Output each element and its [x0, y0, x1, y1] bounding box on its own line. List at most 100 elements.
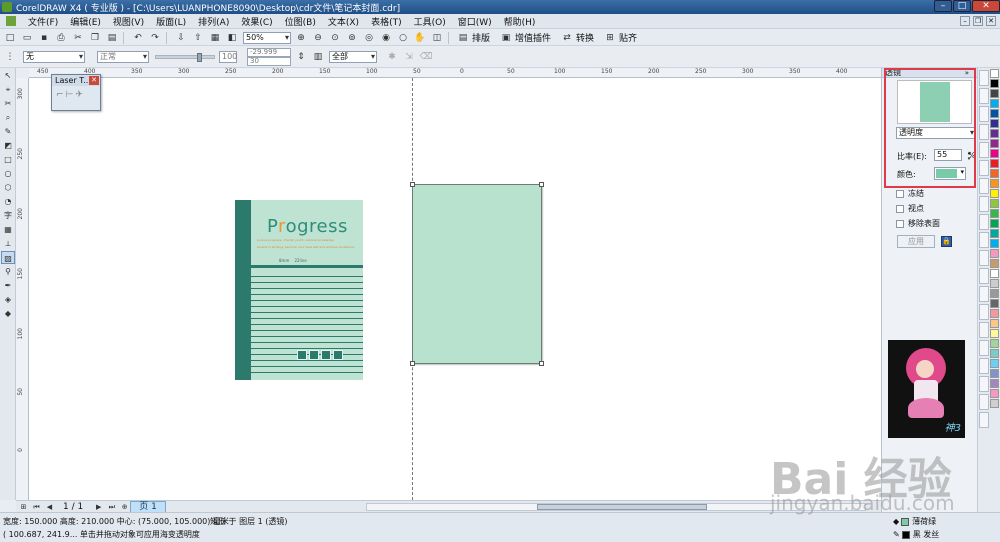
palette-swatch[interactable]	[990, 179, 999, 188]
palette-swatch[interactable]	[990, 259, 999, 268]
horizontal-scroll-thumb[interactable]	[537, 504, 707, 510]
viewpoint-checkbox[interactable]: 视点	[896, 203, 924, 214]
plugin-icon[interactable]: ▣	[499, 31, 513, 44]
horizontal-scrollbar[interactable]	[366, 503, 866, 511]
doc-minimize-button[interactable]: –	[960, 16, 970, 26]
menu-item-1[interactable]: 编辑(E)	[64, 15, 107, 28]
zoom-page-icon[interactable]: ◎	[362, 31, 376, 44]
palette-swatch[interactable]	[990, 249, 999, 258]
docker-tab-button[interactable]	[979, 322, 989, 338]
undo-icon[interactable]: ↶	[131, 31, 145, 44]
zoom-height-icon[interactable]: ○	[396, 31, 410, 44]
anime-ad-image[interactable]: 神3	[888, 340, 965, 438]
fill-indicator[interactable]: ◆ 薄荷绿	[893, 516, 936, 527]
minimize-button[interactable]: –	[934, 0, 952, 12]
outline-indicator[interactable]: ✎ 黑 发丝	[893, 529, 939, 540]
convert-icon[interactable]: ⇄	[560, 31, 574, 44]
menu-item-9[interactable]: 工具(O)	[408, 15, 452, 28]
page-tab[interactable]: 页 1	[130, 501, 166, 512]
palette-swatch[interactable]	[990, 299, 999, 308]
transparency-target-select[interactable]: 全部	[329, 50, 377, 63]
docker-tab-button[interactable]	[979, 214, 989, 230]
coord-x-input[interactable]: -29.999	[247, 47, 291, 57]
palette-swatch[interactable]	[990, 279, 999, 288]
dimension-tool-icon[interactable]: ⟂	[1, 237, 15, 250]
freeze-checkbox[interactable]: 冻结	[896, 188, 924, 199]
palette-swatch[interactable]	[990, 89, 999, 98]
palette-swatch[interactable]	[990, 389, 999, 398]
docker-tab-button[interactable]	[979, 124, 989, 140]
maximize-button[interactable]: □	[953, 0, 971, 12]
docker-tab-button[interactable]	[979, 376, 989, 392]
laser-tool-window[interactable]: Laser T... ✕ ⌐ ⊢ ✈	[51, 74, 101, 111]
next-page-button[interactable]: ▶	[93, 502, 104, 512]
transparency-slider[interactable]	[155, 52, 215, 62]
docker-tab-button[interactable]	[979, 70, 989, 86]
vertical-ruler[interactable]: 300 250 200 150 100 50 0	[16, 78, 29, 500]
layout-button[interactable]: 排版	[472, 31, 490, 44]
rectangle-tool-icon[interactable]: □	[1, 153, 15, 166]
menu-item-6[interactable]: 位图(B)	[279, 15, 322, 28]
palette-swatch[interactable]	[990, 269, 999, 278]
app-launcher-icon[interactable]: ▦	[208, 31, 222, 44]
palette-swatch[interactable]	[990, 319, 999, 328]
freeze-checkbox-box[interactable]	[896, 189, 904, 198]
viewpoint-checkbox-box[interactable]	[896, 204, 904, 213]
clear-transparency-icon[interactable]: ⌫	[419, 50, 433, 63]
palette-swatch[interactable]	[990, 79, 999, 88]
menu-item-2[interactable]: 视图(V)	[107, 15, 150, 28]
fill-target-icon[interactable]: ▥	[311, 50, 325, 63]
docker-tab-button[interactable]	[979, 268, 989, 284]
palette-swatch[interactable]	[990, 229, 999, 238]
coord-spin-icon[interactable]: ⇕	[294, 50, 308, 63]
lens-docker-header[interactable]: 透镜 »	[882, 68, 977, 78]
first-page-button[interactable]: ⏮	[31, 502, 42, 512]
palette-swatch[interactable]	[990, 339, 999, 348]
zoom-in-icon[interactable]: ⊕	[294, 31, 308, 44]
palette-swatch[interactable]	[990, 359, 999, 368]
palette-swatch[interactable]	[990, 159, 999, 168]
docker-tab-button[interactable]	[979, 358, 989, 374]
import-icon[interactable]: ⇩	[174, 31, 188, 44]
palette-swatch[interactable]	[990, 399, 999, 408]
merge-mode-select[interactable]: 正常	[97, 50, 149, 63]
menu-item-0[interactable]: 文件(F)	[22, 15, 64, 28]
transparency-type-select[interactable]: 无	[23, 50, 85, 63]
menu-item-10[interactable]: 窗口(W)	[452, 15, 498, 28]
docker-tab-button[interactable]	[979, 160, 989, 176]
slider-knob[interactable]	[197, 52, 202, 62]
docker-tab-button[interactable]	[979, 142, 989, 158]
zoom-out-icon[interactable]: ⊖	[311, 31, 325, 44]
doc-restore-button[interactable]: ❐	[973, 16, 983, 26]
add-page-button[interactable]: ⊕	[119, 502, 130, 512]
palette-swatch[interactable]	[990, 239, 999, 248]
basic-shapes-tool-icon[interactable]: ◔	[1, 195, 15, 208]
close-window-button[interactable]: ✕	[972, 0, 1000, 12]
palette-swatch[interactable]	[990, 99, 999, 108]
palette-swatch[interactable]	[990, 189, 999, 198]
copy-icon[interactable]: ❐	[88, 31, 102, 44]
transparency-tool-icon[interactable]: ▨	[1, 251, 15, 264]
horizontal-ruler[interactable]: 450 400 350 300 250 200 150 100 50 0 50 100 150 200 25…	[29, 68, 881, 78]
shape-tool-icon[interactable]: ⌖	[1, 83, 15, 96]
menu-item-3[interactable]: 版面(L)	[150, 15, 192, 28]
zoom-tool-icon[interactable]: ⌕	[1, 111, 15, 124]
palette-swatch[interactable]	[990, 149, 999, 158]
outline-tool-icon[interactable]: ✒	[1, 279, 15, 292]
docker-tab-button[interactable]	[979, 232, 989, 248]
drawing-canvas[interactable]: Progress pursue progress, cherish youth,…	[29, 78, 881, 500]
selection-handle[interactable]	[539, 361, 544, 366]
prev-page-button[interactable]: ◀	[44, 502, 55, 512]
docker-tab-button[interactable]	[979, 340, 989, 356]
eyedropper-tool-icon[interactable]: ⚲	[1, 265, 15, 278]
page-options-icon[interactable]: ⊞	[18, 502, 29, 512]
palette-swatch[interactable]	[990, 309, 999, 318]
docker-tab-button[interactable]	[979, 106, 989, 122]
transparency-value-input[interactable]: 100	[219, 50, 237, 63]
menu-item-4[interactable]: 排列(A)	[192, 15, 235, 28]
palette-swatch[interactable]	[990, 139, 999, 148]
plugin-button[interactable]: 增值插件	[515, 31, 551, 44]
print-icon[interactable]: ⎙	[54, 31, 68, 44]
docker-tab-button[interactable]	[979, 196, 989, 212]
apply-button[interactable]: 应用	[897, 235, 935, 248]
